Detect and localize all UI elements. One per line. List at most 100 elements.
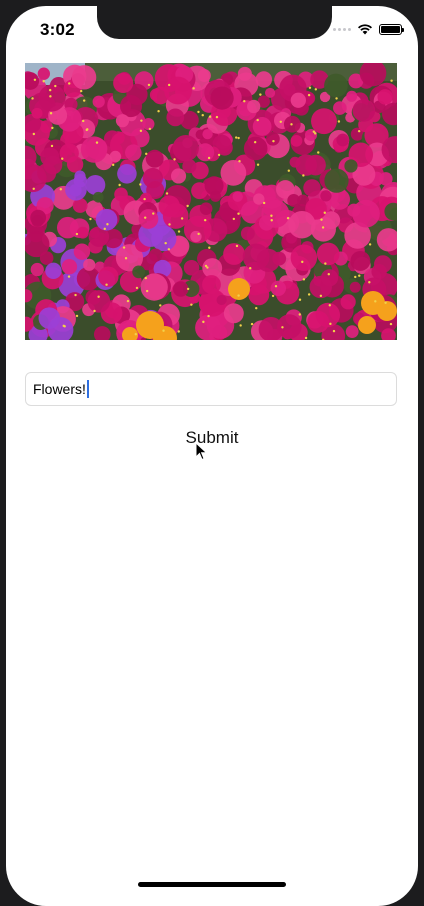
text-caret [86, 380, 89, 398]
bloom-center [167, 248, 171, 251]
bloom [210, 86, 234, 110]
bloom-center [33, 78, 37, 81]
bloom-center [145, 152, 148, 156]
bloom-center [237, 136, 240, 140]
bloom-center [335, 97, 338, 100]
bloom [142, 167, 163, 189]
bloom [243, 136, 268, 161]
home-indicator [138, 882, 286, 887]
bloom [149, 248, 163, 262]
bloom [352, 99, 376, 122]
bloom-center [328, 304, 331, 307]
bloom-center [323, 211, 326, 214]
bloom [87, 290, 111, 313]
bloom [164, 76, 192, 105]
bloom-center [281, 326, 284, 329]
bloom [346, 90, 358, 102]
bloom-center [168, 223, 171, 226]
bloom [98, 266, 119, 287]
bloom-center [243, 100, 246, 103]
bloom-center [31, 97, 34, 100]
bloom [31, 107, 43, 119]
bloom-center [105, 283, 108, 286]
bloom-center [126, 299, 130, 303]
bloom-center [134, 333, 137, 336]
bloom-center [319, 294, 323, 298]
bloom [120, 95, 143, 118]
bloom-center [253, 140, 257, 144]
bloom-center [67, 275, 71, 278]
bloom-center [124, 257, 128, 260]
bloom-center [144, 276, 148, 280]
phone-screen: 3:02 Flowers! Submit [6, 6, 418, 906]
bloom [38, 307, 61, 329]
bloom [202, 128, 213, 140]
battery-icon [379, 23, 404, 35]
bloom [71, 65, 97, 90]
bloom-center [49, 112, 53, 115]
text-input-field[interactable]: Flowers! [25, 372, 397, 406]
bloom [287, 194, 301, 207]
bloom-center [51, 126, 54, 130]
bloom-center [274, 285, 278, 288]
orange-bloom [377, 301, 397, 321]
bloom [266, 131, 280, 146]
bloom [277, 314, 302, 339]
bloom [145, 149, 164, 168]
bloom [220, 160, 247, 186]
bloom [240, 226, 255, 241]
bloom-center [143, 216, 147, 219]
bloom-center [192, 87, 195, 90]
bloom-center [54, 84, 57, 88]
bloom-center [177, 330, 180, 333]
bloom [166, 108, 185, 127]
bloom-center [79, 89, 83, 93]
bloom [76, 226, 89, 239]
bloom [252, 117, 272, 136]
bloom-center [374, 300, 377, 303]
submit-button[interactable]: Submit [6, 428, 418, 448]
bloom-center [237, 294, 240, 297]
bloom-center [271, 294, 275, 298]
bloom-center [337, 120, 341, 123]
bloom-center [103, 227, 106, 231]
bloom [197, 68, 211, 83]
bloom-center [217, 153, 221, 157]
flowers-image-icon [25, 63, 397, 340]
bloom-center [177, 230, 181, 233]
bloom [61, 259, 78, 275]
bloom [114, 187, 128, 202]
bloom [316, 242, 340, 266]
bloom-center [59, 188, 63, 191]
bloom-center [304, 336, 308, 340]
bloom-center [122, 246, 126, 249]
bloom-center [74, 293, 77, 297]
bloom [125, 144, 142, 161]
bloom [43, 155, 63, 175]
bloom-center [93, 309, 96, 313]
bloom-center [357, 129, 361, 133]
bloom [45, 262, 62, 280]
bloom-center [256, 163, 260, 166]
bloom-center [358, 274, 361, 277]
bloom-center [143, 197, 146, 201]
bloom [336, 133, 350, 147]
bloom-center [82, 119, 85, 123]
bloom-center [235, 244, 239, 248]
bloom-center [279, 120, 282, 123]
bloom-center [307, 293, 311, 296]
bloom-center [152, 212, 155, 215]
bloom [223, 243, 245, 265]
bloom-center [147, 83, 151, 87]
device-notch [97, 6, 332, 39]
bloom [202, 258, 223, 278]
bloom-center [164, 241, 167, 245]
bloom-center [95, 141, 99, 144]
bloom-center [270, 219, 273, 222]
bloom-center [197, 110, 200, 114]
bloom [304, 128, 318, 142]
bloom [258, 215, 275, 231]
bloom-center [262, 201, 266, 205]
bloom-center [206, 266, 209, 269]
bloom [173, 281, 189, 297]
